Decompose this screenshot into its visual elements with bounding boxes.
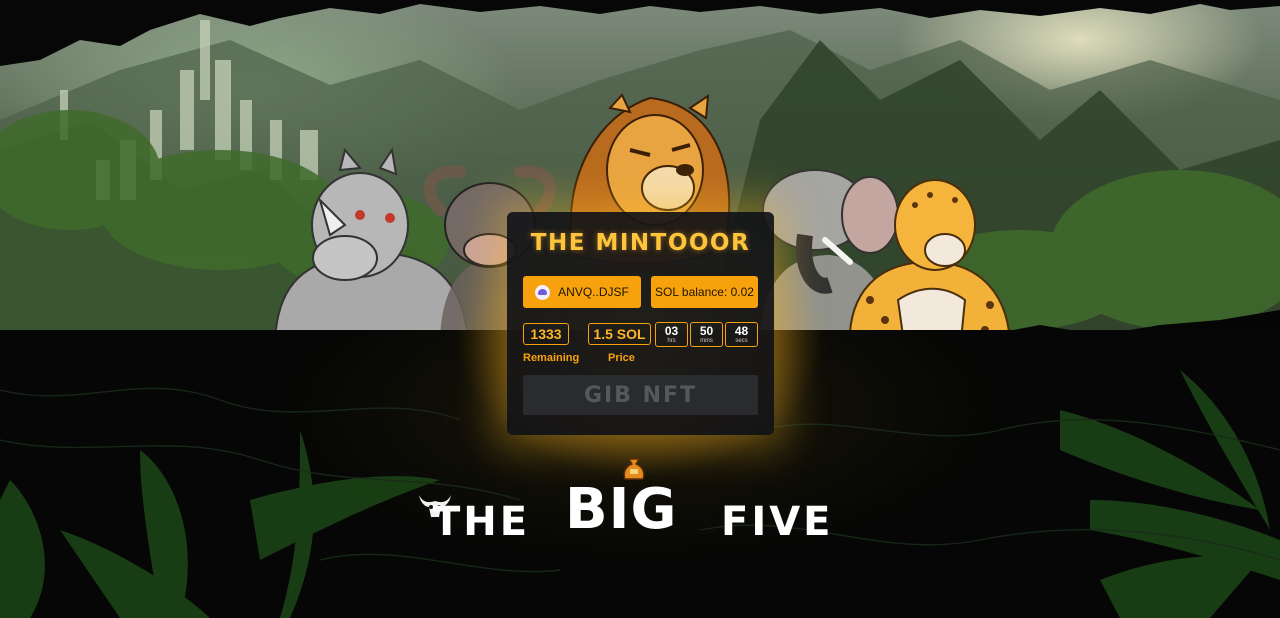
remaining-caption: Remaining [523, 352, 580, 364]
countdown-seconds-value: 48 [734, 324, 749, 338]
wallet-address-label: ANVQ..DJSF [558, 285, 629, 299]
sol-balance-label: SOL balance: 0.02 [655, 285, 754, 299]
mint-card-title: THE MINTOOOR [530, 230, 751, 256]
mint-card: THE MINTOOOR ANVQ..DJSF SOL balance: 0.0… [507, 212, 774, 435]
logo-word-five: FIVE [721, 499, 834, 545]
countdown-minutes-unit: mins [700, 338, 713, 344]
phantom-wallet-icon [535, 284, 551, 300]
countdown-hours: 03 hrs [655, 322, 688, 347]
countdown-minutes: 50 mins [690, 322, 723, 347]
mint-nft-button[interactable]: GIB NFT [523, 375, 758, 415]
logo-word-the: THE [433, 499, 531, 545]
the-big-five-logo: THE BIG FIVE [415, 455, 865, 555]
logo-word-big: BIG [565, 477, 678, 542]
wallet-connect-button[interactable]: ANVQ..DJSF [523, 276, 641, 308]
countdown-seconds: 48 secs [725, 322, 758, 347]
price-caption: Price [608, 352, 635, 364]
countdown-seconds-unit: secs [735, 338, 748, 344]
sol-balance-badge: SOL balance: 0.02 [651, 276, 758, 308]
countdown-hours-unit: hrs [667, 338, 676, 344]
mint-price: 1.5 SOL [588, 323, 651, 345]
countdown-minutes-value: 50 [699, 324, 714, 338]
countdown-hours-value: 03 [664, 324, 679, 338]
remaining-count: 1333 [523, 323, 569, 345]
